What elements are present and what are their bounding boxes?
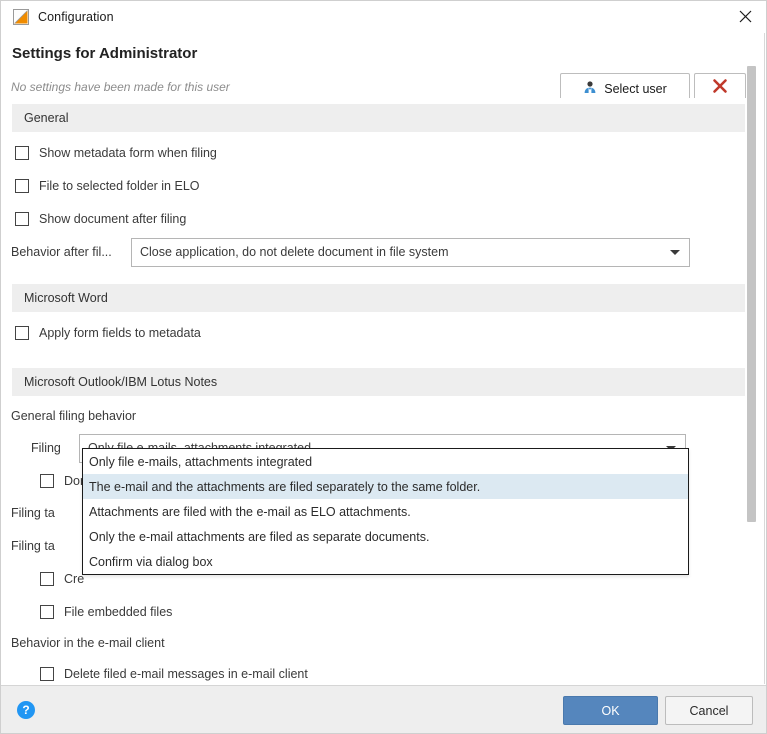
checkbox-delete-filed-emails[interactable] <box>40 666 54 681</box>
vertical-scrollbar-track[interactable] <box>747 33 761 684</box>
section-header-word-label: Microsoft Word <box>24 291 108 305</box>
scroll-divider <box>764 33 765 684</box>
checkbox-label-show-document-after-filing: Show document after filing <box>39 211 187 226</box>
dropdown-option-4[interactable]: Confirm via dialog box <box>83 549 688 574</box>
checkbox-row-file-embedded-files[interactable]: File embedded files <box>1 595 766 628</box>
behavior-after-filing-row: Behavior after fil... Close application,… <box>1 235 766 269</box>
group-label-behavior-in-email-client: Behavior in the e-mail client <box>11 635 165 650</box>
section-header-general: General <box>12 104 745 132</box>
checkbox-row-show-metadata-form[interactable]: Show metadata form when filing <box>1 136 766 169</box>
user-icon <box>583 80 597 97</box>
ok-button[interactable]: OK <box>563 696 658 725</box>
checkbox-show-metadata-form[interactable] <box>15 145 29 160</box>
settings-scroll-area[interactable]: General Show metadata form when filing F… <box>1 98 766 685</box>
filing-label: Filing <box>31 441 61 455</box>
checkbox-row-apply-form-fields[interactable]: Apply form fields to metadata <box>1 316 766 349</box>
checkbox-label-show-metadata-form: Show metadata form when filing <box>39 145 217 160</box>
elo-logo-icon <box>13 8 29 25</box>
checkbox-file-embedded-files[interactable] <box>40 604 54 619</box>
vertical-scrollbar-thumb[interactable] <box>747 66 756 522</box>
checkbox-show-document-after-filing[interactable] <box>15 211 29 226</box>
checkbox-label-file-embedded-files: File embedded files <box>64 604 173 619</box>
window-title: Configuration <box>38 9 114 24</box>
dropdown-option-3[interactable]: Only the e-mail attachments are filed as… <box>83 524 688 549</box>
red-x-icon <box>712 78 728 99</box>
checkbox-obscured-1[interactable] <box>40 474 54 488</box>
window-close-button[interactable] <box>722 1 766 32</box>
title-bar: Configuration <box>1 1 766 32</box>
page-title: Settings for Administrator <box>12 45 198 62</box>
page-subtitle: No settings have been made for this user <box>11 80 230 94</box>
behavior-after-filing-select[interactable]: Close application, do not delete documen… <box>131 237 690 267</box>
dropdown-option-0[interactable]: Only file e-mails, attachments integrate… <box>83 449 688 474</box>
checkbox-apply-form-fields[interactable] <box>15 325 29 340</box>
dropdown-option-1[interactable]: The e-mail and the attachments are filed… <box>83 474 688 499</box>
checkbox-row-file-to-selected-folder[interactable]: File to selected folder in ELO <box>1 169 766 202</box>
section-header-outlook-label: Microsoft Outlook/IBM Lotus Notes <box>24 375 218 389</box>
section-header-word: Microsoft Word <box>12 284 745 312</box>
checkbox-obscured-2[interactable] <box>40 572 54 586</box>
checkbox-file-to-selected-folder[interactable] <box>15 178 29 193</box>
select-user-label: Select user <box>604 81 667 96</box>
section-header-outlook: Microsoft Outlook/IBM Lotus Notes <box>12 368 745 396</box>
help-icon[interactable]: ? <box>17 701 35 719</box>
behavior-after-filing-label: Behavior after fil... <box>11 245 112 259</box>
checkbox-row-show-document-after-filing[interactable]: Show document after filing <box>1 202 766 235</box>
filing-select-dropdown[interactable]: Only file e-mails, attachments integrate… <box>82 448 689 575</box>
checkbox-label-file-to-selected-folder: File to selected folder in ELO <box>39 178 200 193</box>
group-label-general-filing-behavior: General filing behavior <box>11 409 137 423</box>
section-header-general-label: General <box>24 111 69 125</box>
checkbox-label-delete-filed-emails: Delete filed e-mail messages in e-mail c… <box>64 666 308 681</box>
checkbox-row-delete-filed-emails[interactable]: Delete filed e-mail messages in e-mail c… <box>1 657 766 685</box>
behavior-after-filing-value: Close application, do not delete documen… <box>140 245 449 259</box>
checkbox-label-apply-form-fields: Apply form fields to metadata <box>39 325 201 340</box>
cancel-button[interactable]: Cancel <box>665 696 753 725</box>
chevron-down-icon <box>670 250 680 255</box>
dropdown-option-2[interactable]: Attachments are filed with the e-mail as… <box>83 499 688 524</box>
configuration-window: Configuration Settings for Administrator… <box>0 0 767 734</box>
settings-header: Settings for Administrator No settings h… <box>1 32 766 104</box>
close-icon <box>739 10 751 23</box>
